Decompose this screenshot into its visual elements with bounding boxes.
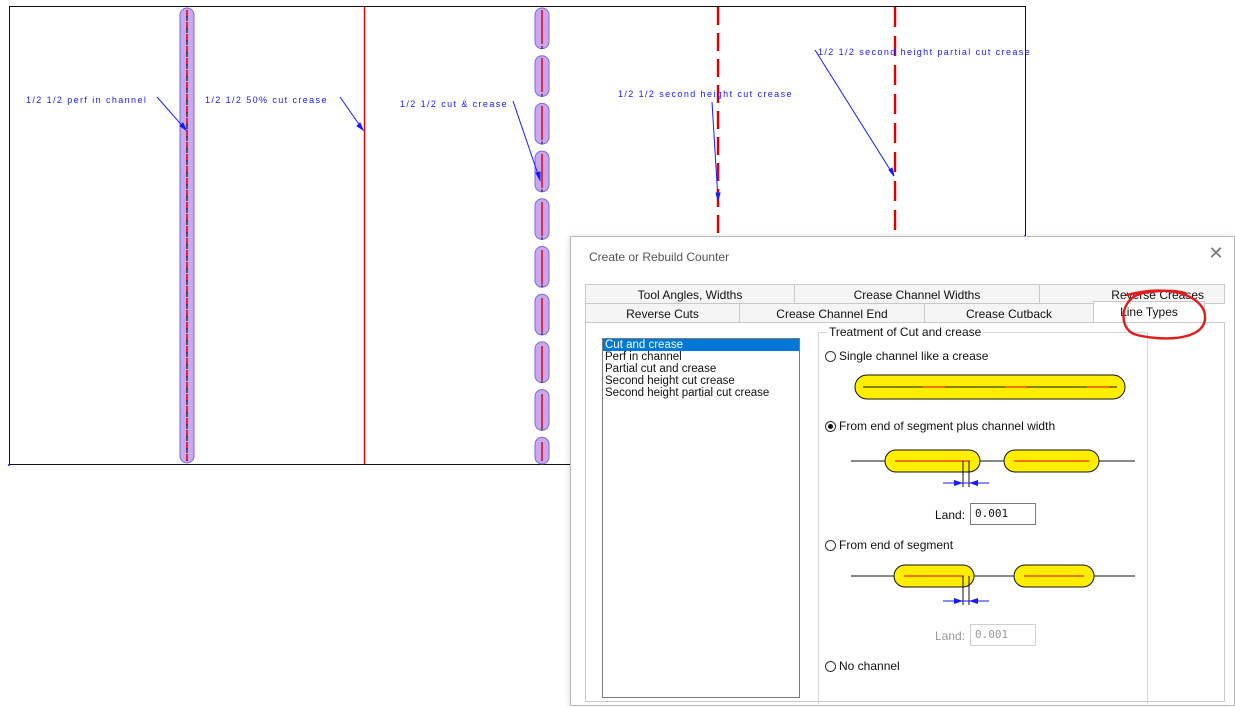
perf-in-channel-line [179,7,195,464]
create-rebuild-counter-dialog: Create or Rebuild Counter ✕ Tool Angles,… [570,236,1235,706]
annotation-circle [1122,289,1207,340]
label-perf-in-channel: 1/2 1/2 perf in channel [26,95,147,105]
label-second-height-partial-cut-crease: 1/2 1/2 second height partial cut crease [818,47,1031,57]
label-fifty-percent-cut-crease: 1/2 1/2 50% cut crease [205,95,328,105]
cut-and-crease-line [534,7,550,465]
label-cut-and-crease: 1/2 1/2 cut & crease [400,99,508,109]
leader-lines [156,49,895,202]
label-second-height-cut-crease: 1/2 1/2 second height cut crease [618,89,793,99]
